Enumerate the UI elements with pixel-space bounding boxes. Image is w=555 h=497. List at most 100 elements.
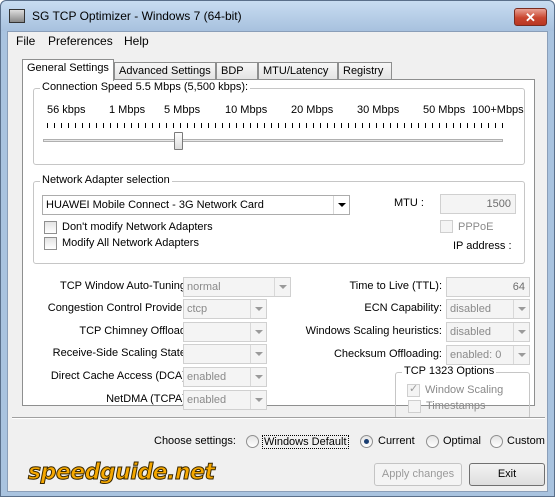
slider-tick [355, 123, 356, 128]
window-scaling-label: Window Scaling [425, 384, 504, 396]
slider-tick [264, 123, 265, 128]
checkmark-icon: ✓ [409, 383, 419, 395]
speed-label-50m: 50 Mbps [423, 104, 466, 116]
chevron-down-icon[interactable] [513, 346, 529, 364]
chevron-down-icon[interactable] [250, 391, 266, 409]
timestamps-label: Timestamps [426, 400, 486, 412]
ttl-field[interactable]: 64 [446, 277, 530, 297]
window-title: SG TCP Optimizer - Windows 7 (64-bit) [32, 9, 242, 23]
slider-tick [348, 123, 349, 128]
pppoe-checkbox[interactable] [440, 220, 453, 233]
chevron-down-icon[interactable] [250, 300, 266, 318]
speed-slider-track[interactable] [43, 132, 503, 150]
slider-tick [89, 123, 90, 128]
tab-mtu-latency[interactable]: MTU/Latency [258, 62, 338, 80]
slider-tick [250, 123, 251, 128]
general-settings-panel: Connection Speed 5.5 Mbps (5,500 kbps): … [22, 79, 535, 419]
label-window-autotuning: TCP Window Auto-Tuning: [59, 280, 189, 292]
chevron-down-icon[interactable] [333, 196, 349, 214]
menu-preferences[interactable]: Preferences [48, 34, 113, 48]
menu-help[interactable]: Help [124, 34, 149, 48]
slider-tick [341, 123, 342, 128]
exit-button[interactable]: Exit [469, 463, 545, 486]
timestamps-checkbox[interactable] [408, 400, 421, 413]
network-adapter-legend: Network Adapter selection [40, 174, 172, 186]
radio-current[interactable] [360, 435, 373, 448]
choose-settings-label: Choose settings: [154, 435, 236, 447]
chevron-down-icon[interactable] [250, 368, 266, 386]
slider-tick [306, 123, 307, 128]
slider-tick [257, 123, 258, 128]
label-ttl: Time to Live (TTL): [349, 280, 443, 292]
slider-tick [320, 123, 321, 128]
slider-tick [383, 123, 384, 128]
mtu-label: MTU : [394, 197, 424, 209]
chevron-down-icon[interactable] [274, 278, 290, 296]
slider-tick [271, 123, 272, 128]
apply-changes-button[interactable]: Apply changes [374, 463, 462, 486]
netdma-select[interactable]: enabled [183, 390, 267, 410]
slider-tick [467, 123, 468, 128]
radio-custom[interactable] [490, 435, 503, 448]
connection-speed-legend: Connection Speed 5.5 Mbps (5,500 kbps): [40, 81, 251, 93]
radio-optimal[interactable] [426, 435, 439, 448]
mtu-field[interactable]: 1500 [440, 194, 516, 214]
slider-tick [222, 123, 223, 128]
slider-tick [299, 123, 300, 128]
autotuning-value: normal [187, 281, 221, 293]
rss-select[interactable] [183, 344, 267, 364]
chevron-down-icon[interactable] [513, 300, 529, 318]
heuristics-value: disabled [450, 326, 491, 338]
slider-tick [390, 123, 391, 128]
tab-general-settings[interactable]: General Settings [22, 59, 114, 81]
slider-tick [82, 123, 83, 128]
window-scaling-checkbox[interactable]: ✓ [407, 383, 420, 397]
tab-bdp[interactable]: BDP [216, 62, 258, 80]
slider-tick [110, 123, 111, 128]
label-scaling-heuristics: Windows Scaling heuristics: [305, 325, 442, 337]
slider-tick [481, 123, 482, 128]
speed-label-5m: 5 Mbps [164, 104, 201, 116]
slider-tick [54, 123, 55, 128]
slider-tick [404, 123, 405, 128]
slider-tick [362, 123, 363, 128]
slider-tick [103, 123, 104, 128]
radio-custom-label[interactable]: Custom [507, 435, 545, 447]
congestion-select[interactable]: ctcp [183, 299, 267, 319]
chevron-down-icon[interactable] [250, 323, 266, 341]
checksum-select[interactable]: enabled: 0 [446, 345, 530, 365]
speed-label-1m: 1 Mbps [109, 104, 146, 116]
congestion-value: ctcp [187, 303, 208, 315]
radio-optimal-label[interactable]: Optimal [443, 435, 481, 447]
ip-address-label: IP address : [453, 240, 512, 252]
title-bar[interactable]: SG TCP Optimizer - Windows 7 (64-bit) ✕ [1, 1, 554, 31]
slider-tick [243, 123, 244, 128]
chimney-select[interactable] [183, 322, 267, 342]
slider-tick [75, 123, 76, 128]
dont-modify-checkbox[interactable] [44, 221, 57, 234]
slider-tick [201, 123, 202, 128]
modify-all-checkbox[interactable] [44, 237, 57, 250]
radio-current-label[interactable]: Current [378, 435, 415, 447]
pppoe-label: PPPoE [458, 221, 494, 233]
tab-advanced-settings[interactable]: Advanced Settings [114, 62, 216, 80]
adapter-select[interactable]: HUAWEI Mobile Connect - 3G Network Card [42, 195, 350, 215]
radio-windows-default[interactable] [246, 435, 259, 448]
speed-slider-thumb[interactable] [174, 132, 183, 150]
radio-windows-default-label[interactable]: Windows Default [262, 435, 349, 449]
close-button[interactable]: ✕ [514, 8, 547, 26]
slider-tick [187, 123, 188, 128]
ecn-select[interactable]: disabled [446, 299, 530, 319]
chevron-down-icon[interactable] [250, 345, 266, 363]
autotuning-select[interactable]: normal [183, 277, 291, 297]
dca-select[interactable]: enabled [183, 367, 267, 387]
checksum-value: enabled: 0 [450, 349, 502, 361]
slider-tick [446, 123, 447, 128]
adapter-select-value: HUAWEI Mobile Connect - 3G Network Card [46, 199, 264, 211]
client-area: File Preferences Help General Settings A… [7, 31, 548, 492]
heuristics-select[interactable]: disabled [446, 322, 530, 342]
menu-file[interactable]: File [16, 34, 35, 48]
tab-registry[interactable]: Registry [338, 62, 392, 80]
chevron-down-icon[interactable] [513, 323, 529, 341]
slider-tick [369, 123, 370, 128]
